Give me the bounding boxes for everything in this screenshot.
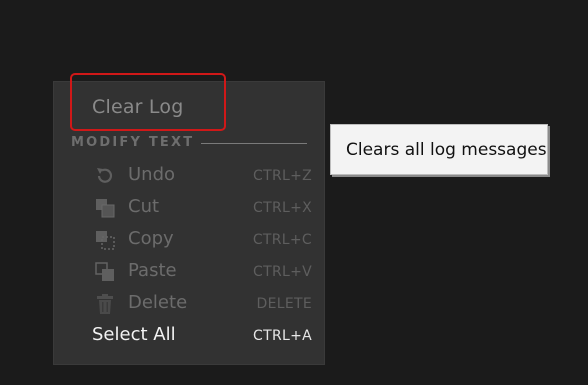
menu-item-label: Delete [128,292,188,313]
highlight-box [70,73,226,131]
menu-item-shortcut: DELETE [256,296,312,312]
copy-icon [94,229,116,251]
menu-item-label: Undo [128,164,176,185]
menu-item-shortcut: CTRL+V [253,264,312,280]
menu-item-delete[interactable]: Delete DELETE [54,290,324,318]
menu-item-shortcut: CTRL+X [253,200,312,216]
menu-item-cut[interactable]: Cut CTRL+X [54,194,324,222]
menu-item-shortcut: CTRL+A [253,328,312,344]
menu-item-shortcut: CTRL+Z [253,168,312,184]
menu-item-undo[interactable]: Undo CTRL+Z [54,162,324,190]
undo-icon [94,165,116,187]
menu-item-label: Paste [128,260,177,281]
section-divider [201,143,307,144]
paste-icon [94,261,116,283]
trash-icon [94,293,116,315]
section-header-modify-text: MODIFY TEXT [71,135,195,150]
tooltip: Clears all log messages [330,124,548,175]
cut-icon [94,197,116,219]
menu-item-copy[interactable]: Copy CTRL+C [54,226,324,254]
menu-item-select-all[interactable]: Select All CTRL+A [54,322,324,350]
menu-item-label: Select All [92,324,176,345]
menu-item-shortcut: CTRL+C [252,232,312,248]
menu-item-paste[interactable]: Paste CTRL+V [54,258,324,286]
menu-item-label: Copy [128,228,174,249]
menu-item-label: Cut [128,196,160,217]
screen: Clear Log MODIFY TEXT Undo CTRL+Z Cut CT… [0,0,588,385]
tooltip-text: Clears all log messages [346,140,547,160]
